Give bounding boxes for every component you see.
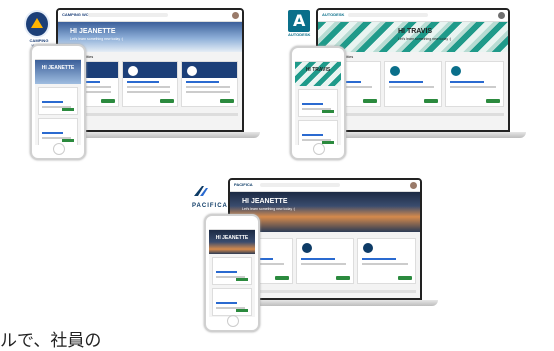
app-header: PACIFICA (230, 180, 420, 192)
camping-world-logo-icon (24, 10, 50, 38)
hero-greeting: HI TRAVIS (398, 28, 433, 35)
hero-subtitle: Let's learn something new today :) (242, 207, 296, 211)
phone-camping-world: HI JEANETTE (30, 44, 86, 160)
phone-greeting: HI JEANETTE (215, 235, 249, 241)
phone-hero: HI TRAVIS (295, 62, 341, 86)
activity-card[interactable] (445, 61, 505, 107)
hero-subtitle: Let's learn something new today :) (70, 37, 124, 41)
progress-strip (322, 113, 504, 116)
autodesk-logo: AUTODESK (288, 10, 310, 37)
home-button-icon (227, 315, 239, 327)
hero-banner: HI TRAVIS Let's learn something new toda… (318, 22, 508, 52)
phone-greeting: HI TRAVIS (305, 67, 331, 73)
phone-greeting: HI JEANETTE (41, 65, 75, 71)
app-header: CAMPING WORLD (58, 10, 242, 22)
app-header: AUTODESK (318, 10, 508, 22)
activity-card[interactable] (383, 61, 443, 107)
autodesk-logo-icon (288, 10, 310, 32)
progress-strip (62, 113, 238, 116)
card-button[interactable] (236, 278, 248, 281)
section-title: Featured Activities (322, 55, 504, 59)
hero-greeting: HI JEANETTE (70, 28, 116, 35)
phone-activity-card[interactable] (298, 89, 338, 117)
card-icon (127, 66, 138, 76)
activity-card[interactable] (181, 61, 239, 107)
phone-pacifica: HI JEANETTE (204, 214, 260, 332)
search-input[interactable] (260, 183, 340, 187)
phone-header (35, 53, 81, 60)
phone-autodesk: HI TRAVIS (290, 46, 346, 160)
card-button[interactable] (424, 99, 439, 103)
phone-hero: HI JEANETTE (209, 230, 255, 254)
home-button-icon (53, 143, 65, 155)
phone-header (295, 55, 341, 62)
card-button[interactable] (362, 99, 377, 103)
search-input[interactable] (88, 13, 168, 17)
activity-card[interactable] (121, 61, 179, 107)
card-button[interactable] (236, 309, 248, 312)
autodesk-logo-text: AUTODESK (288, 32, 311, 37)
avatar[interactable] (410, 182, 417, 189)
pacifica-logo-icon (194, 186, 208, 196)
activity-card[interactable] (357, 238, 417, 284)
hero-subtitle: Let's learn something new today :) (398, 37, 452, 41)
card-button[interactable] (322, 110, 334, 113)
card-button[interactable] (100, 99, 115, 103)
phone-hero: HI JEANETTE (35, 60, 81, 84)
card-row (318, 61, 508, 107)
pacifica-logo: PACIFICA (192, 184, 228, 209)
card-button[interactable] (160, 99, 175, 103)
hero-banner: HI JEANETTE Let's learn something new to… (58, 22, 242, 52)
section-title: Featured Activities (62, 55, 238, 59)
phone-activity-card[interactable] (212, 288, 252, 316)
card-button[interactable] (274, 276, 289, 280)
phone-activity-card[interactable] (38, 118, 78, 145)
hero-greeting: HI JEANETTE (242, 198, 288, 205)
card-button[interactable] (486, 99, 501, 103)
caption-text: ルで、社員の (0, 331, 102, 351)
phone-activity-card[interactable] (212, 257, 252, 285)
camping-world-logo: CAMPING WORLD (24, 10, 54, 48)
card-button[interactable] (62, 108, 74, 111)
card-icon (389, 66, 400, 76)
pacifica-logo-text: PACIFICA (192, 203, 228, 209)
phone-activity-card[interactable] (38, 87, 78, 115)
card-button[interactable] (322, 141, 334, 144)
card-button[interactable] (336, 276, 351, 280)
header-logo[interactable]: AUTODESK (322, 12, 344, 17)
home-button-icon (313, 143, 325, 155)
card-button[interactable] (398, 276, 413, 280)
avatar[interactable] (498, 12, 505, 19)
search-input[interactable] (348, 13, 428, 17)
phone-activity-card[interactable] (298, 120, 338, 145)
card-button[interactable] (62, 139, 74, 142)
header-logo[interactable]: PACIFICA (234, 182, 253, 187)
card-icon (301, 243, 312, 253)
card-button[interactable] (220, 99, 235, 103)
progress-strip (234, 290, 416, 293)
activity-card[interactable] (295, 238, 355, 284)
phone-header (209, 223, 255, 230)
avatar[interactable] (232, 12, 239, 19)
